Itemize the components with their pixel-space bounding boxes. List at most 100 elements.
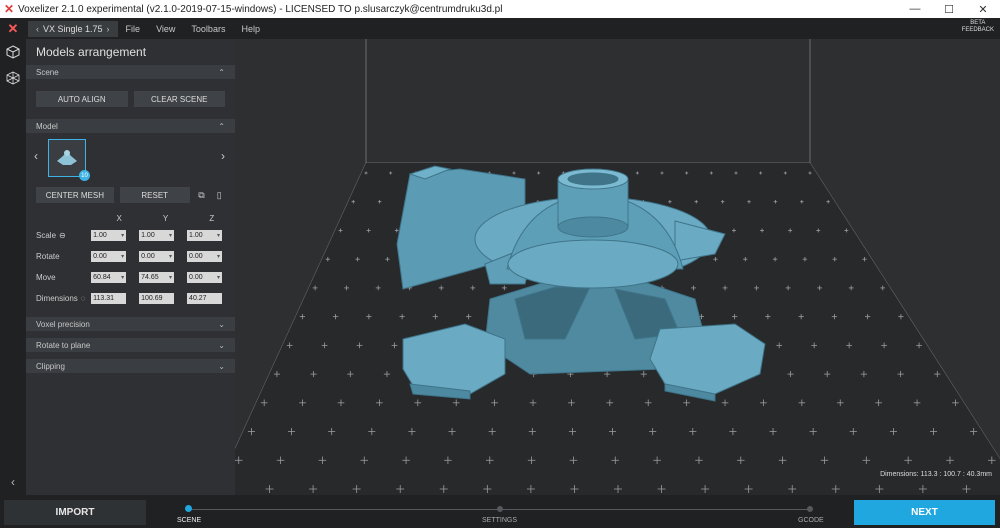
- chevron-up-icon: ⌃: [218, 121, 225, 131]
- scale-x-field[interactable]: 1.00 ▾: [91, 230, 127, 241]
- chevron-down-icon: ▾: [169, 275, 173, 281]
- beta-label: BETA: [970, 20, 986, 26]
- scale-z-field[interactable]: 1.00 ▾: [187, 230, 222, 241]
- menu-view[interactable]: View: [148, 24, 183, 34]
- model-thumbnails: ‹ 10 ›: [26, 133, 235, 183]
- dimension-y-value: 100.69: [141, 295, 163, 302]
- chevron-down-icon: ⌄: [218, 361, 225, 371]
- chevron-down-icon: ▾: [169, 254, 173, 260]
- step-scene-dot[interactable]: [185, 505, 192, 512]
- menu-bar: ✕ ‹ VX Single 1.75 › File View Toolbars …: [0, 18, 1000, 39]
- rotate-row: Rotate 0.00 ▾ 0.00 ▾ 0.00 ▾: [26, 246, 235, 267]
- rotate-to-plane-label: Rotate to plane: [36, 340, 91, 350]
- rotate-z-field[interactable]: 0.00 ▾: [187, 251, 222, 262]
- chevron-down-icon: ⌄: [218, 319, 225, 329]
- rotate-to-plane-header[interactable]: Rotate to plane ⌄: [26, 338, 235, 352]
- rotate-y-value: 0.00: [141, 253, 155, 260]
- scale-label: Scale: [36, 231, 57, 240]
- axis-y-label: Y: [162, 213, 169, 223]
- next-model-icon[interactable]: ›: [221, 149, 225, 163]
- menu-help[interactable]: Help: [233, 24, 268, 34]
- menu-toolbars[interactable]: Toolbars: [183, 24, 233, 34]
- collapse-panel-icon[interactable]: ‹: [0, 475, 26, 489]
- chevron-down-icon: ▾: [121, 233, 125, 239]
- prev-model-icon[interactable]: ‹: [34, 149, 38, 163]
- menu-file[interactable]: File: [118, 24, 149, 34]
- mesh-icon[interactable]: [0, 65, 26, 91]
- printer-selector[interactable]: ‹ VX Single 1.75 ›: [28, 20, 118, 37]
- dimension-x-field[interactable]: 113.31: [91, 293, 127, 304]
- rotate-z-value: 0.00: [189, 253, 203, 260]
- move-x-value: 60.84: [93, 274, 111, 281]
- clear-scene-button[interactable]: CLEAR SCENE: [133, 91, 225, 107]
- rotate-x-value: 0.00: [93, 253, 107, 260]
- step-settings-dot[interactable]: [497, 506, 503, 512]
- minimize-button[interactable]: —: [898, 3, 932, 15]
- axis-z-label: Z: [209, 213, 215, 223]
- clipping-header[interactable]: Clipping ⌄: [26, 359, 235, 373]
- next-button[interactable]: NEXT: [854, 500, 995, 525]
- model-section-header[interactable]: Model ⌃: [26, 119, 235, 133]
- feedback-label: FEEDBACK: [961, 27, 994, 33]
- window-titlebar: ✕ Voxelizer 2.1.0 experimental (v2.1.0-2…: [0, 0, 1000, 18]
- voxel-precision-header[interactable]: Voxel precision ⌄: [26, 317, 235, 331]
- scene-section-header[interactable]: Scene ⌃: [26, 65, 235, 79]
- scale-x-value: 1.00: [93, 232, 107, 239]
- scale-y-value: 1.00: [141, 232, 155, 239]
- dimensions-label: Dimensions: [36, 294, 78, 303]
- dimension-z-value: 40.27: [189, 295, 207, 302]
- chevron-down-icon: ▾: [121, 254, 125, 260]
- dimension-y-field[interactable]: 100.69: [139, 293, 175, 304]
- copy-icon[interactable]: ⧉: [196, 190, 208, 201]
- rotate-x-field[interactable]: 0.00 ▾: [91, 251, 127, 262]
- link-icon[interactable]: ⊖: [59, 231, 66, 240]
- delete-icon[interactable]: ▯: [213, 190, 225, 201]
- printer-prev-icon[interactable]: ‹: [32, 24, 43, 34]
- auto-align-button[interactable]: AUTO ALIGN: [36, 91, 128, 107]
- model-thumbnail[interactable]: 10: [48, 139, 90, 181]
- dimension-z-field[interactable]: 40.27: [187, 293, 222, 304]
- clipping-label: Clipping: [36, 361, 65, 371]
- dimension-x-value: 113.31: [93, 295, 115, 302]
- step-gcode-dot[interactable]: [807, 506, 813, 512]
- step-scene-label[interactable]: SCENE: [177, 517, 201, 524]
- move-z-value: 0.00: [189, 274, 203, 281]
- lock-ratio-icon[interactable]: ◌: [81, 294, 86, 303]
- step-settings-label[interactable]: SETTINGS: [482, 517, 517, 524]
- panel-title: Models arrangement: [36, 45, 147, 59]
- move-z-field[interactable]: 0.00 ▾: [187, 272, 222, 283]
- chevron-up-icon: ⌃: [218, 67, 225, 77]
- voxel-precision-label: Voxel precision: [36, 319, 90, 329]
- app-logo-icon: ✕: [3, 2, 15, 16]
- bottom-bar: IMPORT SCENE SETTINGS GCODE NEXT: [0, 495, 1000, 528]
- printer-next-icon[interactable]: ›: [103, 24, 114, 34]
- chevron-down-icon: ▾: [216, 254, 220, 260]
- step-gcode-label[interactable]: GCODE: [798, 517, 824, 524]
- move-label: Move: [36, 273, 56, 282]
- scale-y-field[interactable]: 1.00 ▾: [139, 230, 175, 241]
- move-x-field[interactable]: 60.84 ▾: [91, 272, 127, 283]
- center-mesh-button[interactable]: CENTER MESH: [36, 187, 114, 203]
- reset-button[interactable]: RESET: [119, 187, 190, 203]
- rotate-y-field[interactable]: 0.00 ▾: [139, 251, 175, 262]
- dimensions-row: Dimensions ◌ 113.31 100.69 40.27: [26, 288, 235, 309]
- chevron-down-icon: ▾: [216, 233, 220, 239]
- model-count-badge: 10: [79, 170, 90, 181]
- models-arrangement-panel: Models arrangement Scene ⌃ AUTO ALIGN CL…: [26, 39, 235, 495]
- rotate-label: Rotate: [36, 252, 60, 261]
- move-row: Move 60.84 ▾ 74.65 ▾ 0.00 ▾: [26, 267, 235, 288]
- close-button[interactable]: ✕: [966, 3, 1000, 16]
- maximize-button[interactable]: ☐: [932, 3, 966, 16]
- chevron-down-icon: ▾: [216, 275, 220, 281]
- scale-z-value: 1.00: [189, 232, 203, 239]
- move-y-field[interactable]: 74.65 ▾: [139, 272, 175, 283]
- beta-feedback-button[interactable]: BETA FEEDBACK: [962, 20, 994, 34]
- axis-x-label: X: [116, 213, 122, 223]
- models-cube-icon[interactable]: [0, 39, 26, 65]
- build-plate-scene: [235, 39, 1000, 495]
- model-dimensions-readout: Dimensions: 113.3 : 100.7 : 40.3mm: [880, 471, 992, 478]
- import-button[interactable]: IMPORT: [4, 500, 146, 525]
- left-toolbar: ‹: [0, 39, 26, 495]
- 3d-viewport[interactable]: Dimensions: 113.3 : 100.7 : 40.3mm: [235, 39, 1000, 495]
- chevron-down-icon: ▾: [169, 233, 173, 239]
